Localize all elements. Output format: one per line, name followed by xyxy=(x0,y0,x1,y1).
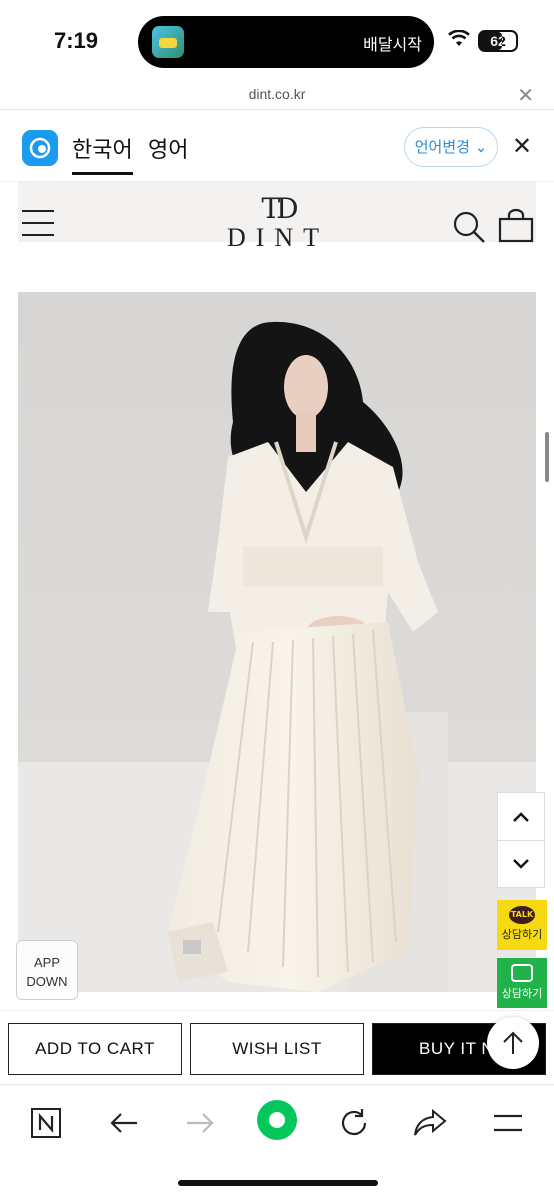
tab-english[interactable]: 영어 xyxy=(148,132,188,164)
green-dot-icon xyxy=(257,1100,297,1140)
green-dot-button[interactable] xyxy=(254,1097,300,1143)
naver-talk-button[interactable]: 상담하기 xyxy=(497,958,547,1008)
kakao-talk-icon: TALK xyxy=(509,906,535,924)
scroll-up-button[interactable] xyxy=(498,793,544,840)
refresh-button[interactable] xyxy=(334,1103,374,1143)
page-scrollbar[interactable] xyxy=(545,432,549,482)
url-text[interactable]: dint.co.kr xyxy=(0,86,554,102)
search-icon[interactable] xyxy=(452,210,486,244)
app-down-line1: APP xyxy=(33,955,60,970)
delivery-app-icon xyxy=(152,26,184,58)
scroll-nav xyxy=(497,792,545,888)
hamburger-icon xyxy=(494,1114,522,1132)
wifi-icon xyxy=(448,30,470,46)
product-image[interactable] xyxy=(18,292,536,992)
refresh-icon xyxy=(341,1109,367,1136)
status-bar: 7:19 배달시작 62 xyxy=(0,0,554,80)
naver-n-icon xyxy=(31,1108,61,1138)
naver-home-button[interactable] xyxy=(26,1103,66,1143)
kakao-talk-button[interactable]: TALK 상담하기 xyxy=(497,900,547,950)
dynamic-island[interactable]: 배달시작 xyxy=(138,16,434,68)
close-url-icon[interactable]: ✕ xyxy=(517,83,534,108)
clock: 7:19 xyxy=(54,28,99,53)
naver-talk-label: 상담하기 xyxy=(501,987,543,1000)
site-header: TD DINT xyxy=(18,182,536,252)
tab-korean[interactable]: 한국어 xyxy=(72,132,133,175)
island-label: 배달시작 xyxy=(363,35,422,54)
home-indicator xyxy=(178,1180,378,1186)
chevron-up-icon xyxy=(513,811,529,822)
battery-percent: 62 xyxy=(490,33,506,49)
share-button[interactable] xyxy=(410,1103,450,1143)
brand-name: DINT xyxy=(226,223,330,252)
kakao-talk-label: 상담하기 xyxy=(501,928,543,941)
change-language-label: 언어변경 xyxy=(414,138,470,156)
brand-logo[interactable]: TD DINT xyxy=(198,192,358,253)
arrow-up-icon xyxy=(503,1031,523,1054)
product-photo-illustration xyxy=(18,292,536,992)
menu-icon[interactable] xyxy=(22,210,54,238)
scroll-down-button[interactable] xyxy=(498,840,544,887)
scroll-to-top-button[interactable] xyxy=(487,1017,539,1069)
add-to-cart-button[interactable]: ADD TO CART xyxy=(8,1023,182,1075)
url-bar[interactable]: dint.co.kr ✕ xyxy=(0,80,554,110)
brand-mark: TD xyxy=(261,192,298,225)
forward-button[interactable] xyxy=(180,1103,220,1143)
arrow-right-icon xyxy=(187,1113,214,1133)
arrow-left-icon xyxy=(110,1113,137,1133)
share-icon xyxy=(414,1108,447,1136)
papago-logo-icon xyxy=(22,130,58,166)
chevron-down-icon xyxy=(513,859,529,869)
app-down-button[interactable]: APP DOWN xyxy=(16,940,78,1000)
app-down-line2: DOWN xyxy=(26,974,68,989)
cart-bar: ADD TO CART WISH LIST BUY IT NO xyxy=(0,1010,554,1084)
wish-list-button[interactable]: WISH LIST xyxy=(190,1023,364,1075)
back-button[interactable] xyxy=(104,1103,144,1143)
chat-icon xyxy=(511,964,533,982)
translate-bar: 한국어 영어 언어변경 ⌄ ✕ xyxy=(0,110,554,182)
shopping-bag-icon[interactable] xyxy=(498,208,534,244)
battery-icon: 62 xyxy=(478,30,518,52)
change-language-button[interactable]: 언어변경 ⌄ xyxy=(404,127,498,167)
chevron-down-icon: ⌄ xyxy=(474,138,488,156)
menu-button[interactable] xyxy=(488,1103,528,1143)
close-translate-icon[interactable]: ✕ xyxy=(512,132,532,161)
